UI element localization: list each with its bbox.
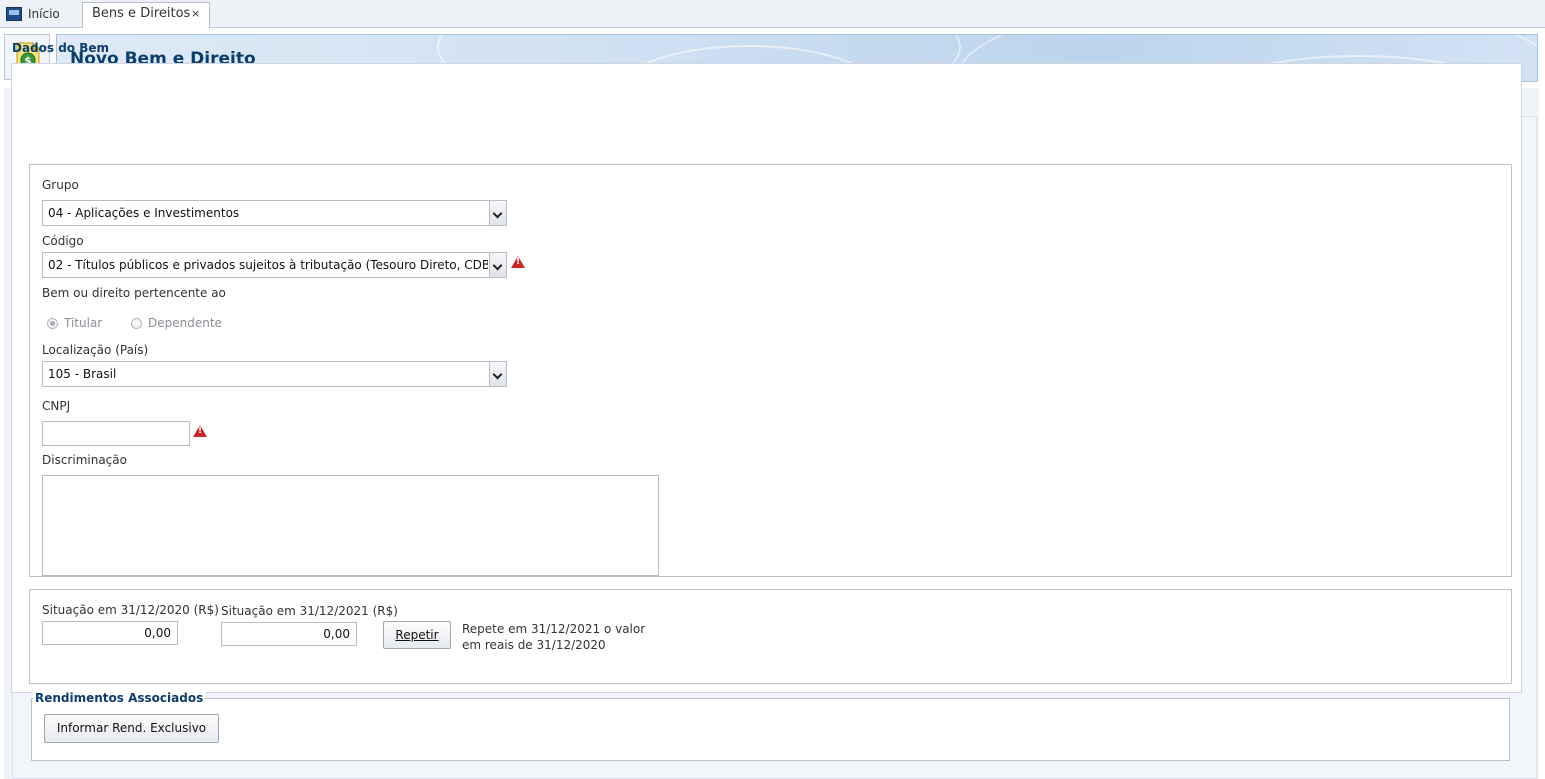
tab-bar: Início Bens e Direitos × bbox=[0, 0, 1545, 28]
situacao-2021-label: Situação em 31/12/2021 (R$) bbox=[221, 604, 398, 618]
tab-bens-label: Bens e Direitos bbox=[92, 6, 191, 21]
tab-bens-e-direitos[interactable]: Bens e Direitos × bbox=[82, 2, 210, 28]
informar-rend-exclusivo-button[interactable]: Informar Rend. Exclusivo bbox=[44, 714, 219, 743]
grupo-label: Grupo bbox=[42, 178, 79, 192]
localizacao-label: Localização (País) bbox=[42, 343, 149, 357]
chevron-down-icon[interactable] bbox=[489, 362, 506, 386]
radio-dependente[interactable] bbox=[131, 318, 142, 329]
tab-inicio-label: Início bbox=[28, 7, 60, 21]
cnpj-label: CNPJ bbox=[42, 399, 71, 413]
repetir-button[interactable]: Repetir bbox=[383, 621, 451, 649]
cnpj-field[interactable] bbox=[42, 421, 190, 446]
radio-titular-label: Titular bbox=[64, 316, 103, 330]
situacao-2020-label: Situação em 31/12/2020 (R$) bbox=[42, 603, 219, 617]
home-icon bbox=[6, 7, 22, 21]
repetir-hint-line2: em reais de 31/12/2020 bbox=[462, 638, 606, 652]
radio-dependente-label: Dependente bbox=[148, 316, 222, 330]
situacao-2020-field[interactable]: 0,00 bbox=[42, 621, 178, 645]
tab-inicio[interactable]: Início bbox=[0, 2, 78, 26]
chevron-down-icon[interactable] bbox=[489, 201, 506, 225]
chevron-down-icon[interactable] bbox=[489, 253, 506, 277]
discriminacao-textarea[interactable] bbox=[42, 475, 659, 576]
localizacao-select[interactable]: 105 - Brasil bbox=[42, 361, 507, 387]
pertencente-label: Bem ou direito pertencente ao bbox=[42, 286, 226, 300]
rendimentos-group-box bbox=[31, 698, 1510, 761]
warning-icon bbox=[193, 425, 207, 437]
close-icon[interactable]: × bbox=[191, 3, 200, 25]
grupo-select[interactable]: 04 - Aplicações e Investimentos bbox=[42, 200, 507, 226]
codigo-select[interactable]: 02 - Títulos públicos e privados sujeito… bbox=[42, 252, 507, 278]
radio-titular[interactable] bbox=[47, 318, 58, 329]
rendimentos-title: Rendimentos Associados bbox=[33, 691, 206, 705]
repetir-hint-line1: Repete em 31/12/2021 o valor bbox=[462, 622, 646, 636]
section-title: Dados do Bem bbox=[12, 41, 110, 55]
localizacao-value: 105 - Brasil bbox=[48, 367, 117, 381]
grupo-value: 04 - Aplicações e Investimentos bbox=[48, 206, 240, 220]
codigo-value: 02 - Títulos públicos e privados sujeito… bbox=[48, 258, 488, 272]
discriminacao-label: Discriminação bbox=[42, 453, 127, 467]
codigo-label: Código bbox=[42, 234, 84, 248]
situacao-2021-field[interactable]: 0,00 bbox=[221, 622, 357, 646]
warning-icon bbox=[511, 256, 525, 268]
